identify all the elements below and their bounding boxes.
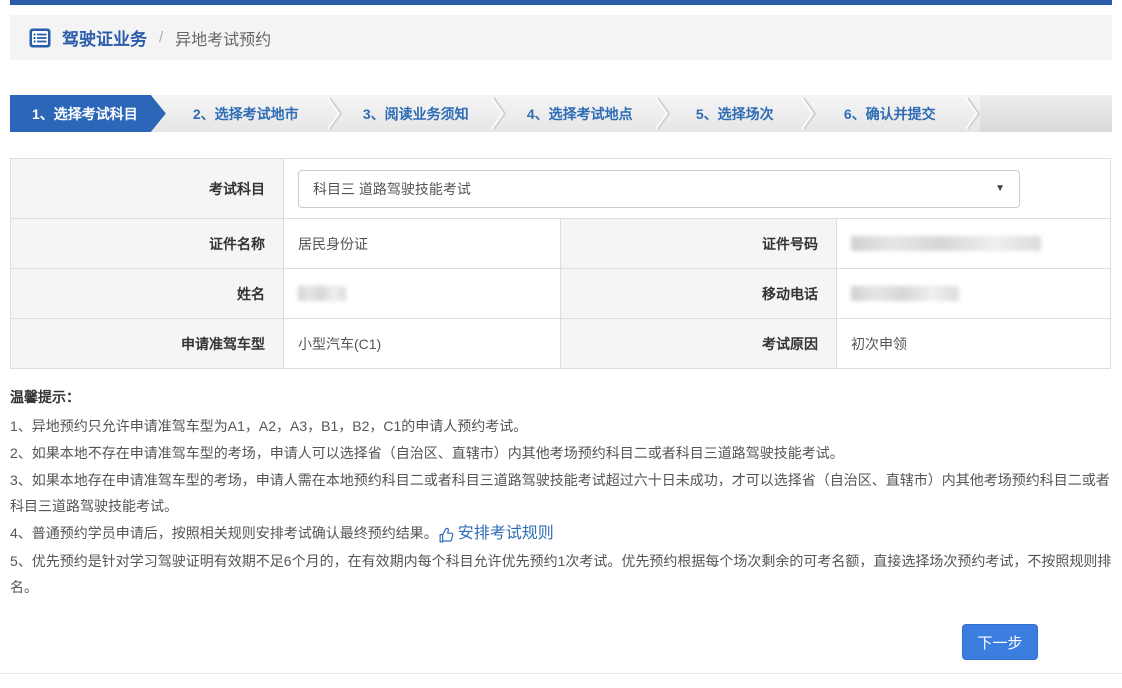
name-redacted-value — [298, 286, 346, 301]
tip-item-5: 5、优先预约是针对学习驾驶证明有效期不足6个月的，在有效期内每个科目允许优先预约… — [10, 548, 1112, 600]
list-icon — [28, 27, 52, 49]
id-type-value: 居民身份证 — [284, 219, 561, 269]
tab-step-3: 3、阅读业务须知 — [342, 95, 490, 132]
exam-reason-label: 考试原因 — [561, 319, 837, 369]
chevron-separator-icon — [964, 95, 980, 132]
chevron-separator-icon — [326, 95, 342, 132]
table-row: 申请准驾车型 小型汽车(C1) 考试原因 初次申领 — [11, 319, 1111, 369]
tab-step-6: 6、确认并提交 — [816, 95, 964, 132]
tips-heading: 温馨提示： — [10, 387, 1112, 407]
tip-item-2: 2、如果本地不存在申请准驾车型的考场，申请人可以选择省（自治区、直辖市）内其他考… — [10, 440, 1112, 466]
tab-step-2: 2、选择考试地市 — [166, 95, 326, 132]
exam-rules-link[interactable]: 安排考试规则 — [438, 521, 554, 547]
tab-step-4: 4、选择考试地点 — [506, 95, 654, 132]
vehicle-type-value: 小型汽车(C1) — [284, 319, 561, 369]
tips-section: 温馨提示： 1、异地预约只允许申请准驾车型为A1，A2，A3，B1，B2，C1的… — [10, 387, 1112, 600]
exam-subject-selected-value: 科目三 道路驾驶技能考试 — [313, 179, 471, 199]
phone-label: 移动电话 — [561, 269, 837, 319]
vehicle-type-label: 申请准驾车型 — [11, 319, 284, 369]
chevron-separator-icon — [800, 95, 816, 132]
page-title: 异地考试预约 — [175, 26, 271, 50]
tip-item-3: 3、如果本地存在申请准驾车型的考场，申请人需在本地预约科目二或者科目三道路驾驶技… — [10, 467, 1112, 519]
chevron-separator-icon — [490, 95, 506, 132]
exam-reason-value: 初次申领 — [837, 319, 1111, 369]
tip-item-1: 1、异地预约只允许申请准驾车型为A1，A2，A3，B1，B2，C1的申请人预约考… — [10, 413, 1112, 439]
table-row: 姓名 移动电话 — [11, 269, 1111, 319]
table-row: 证件名称 居民身份证 证件号码 — [11, 219, 1111, 269]
chevron-down-icon: ▼ — [995, 183, 1005, 194]
phone-redacted-value — [851, 286, 959, 301]
exam-subject-label: 考试科目 — [11, 159, 284, 219]
tip-item-4-text: 4、普通预约学员申请后，按照相关规则安排考试确认最终预约结果。 — [10, 525, 438, 541]
step-tabs-filler — [980, 95, 1112, 132]
breadcrumb: 驾驶证业务 / 异地考试预约 — [10, 15, 1112, 60]
applicant-info-table: 考试科目 科目三 道路驾驶技能考试 ▼ 证件名称 居民身份证 证件号码 姓名 移… — [10, 158, 1111, 369]
id-type-label: 证件名称 — [11, 219, 284, 269]
name-label: 姓名 — [11, 269, 284, 319]
id-number-redacted-value — [851, 236, 1041, 251]
exam-rules-link-text: 安排考试规则 — [458, 521, 554, 547]
next-step-button[interactable]: 下一步 — [962, 624, 1038, 660]
tip-item-4: 4、普通预约学员申请后，按照相关规则安排考试确认最终预约结果。 安排考试规则 — [10, 520, 1112, 547]
chevron-separator-icon — [654, 95, 670, 132]
breadcrumb-separator: / — [159, 29, 163, 46]
thumb-up-icon — [438, 527, 455, 544]
breadcrumb-section: 驾驶证业务 — [62, 25, 147, 50]
top-accent-line — [10, 0, 1112, 5]
id-number-label: 证件号码 — [561, 219, 837, 269]
footer-divider — [0, 673, 1122, 674]
step-tabs: 1、选择考试科目 2、选择考试地市 3、阅读业务须知 4、选择考试地点 5、选择… — [10, 95, 1112, 132]
tab-step-5: 5、选择场次 — [670, 95, 800, 132]
tab-step-1[interactable]: 1、选择考试科目 — [10, 95, 166, 132]
exam-subject-select[interactable]: 科目三 道路驾驶技能考试 ▼ — [298, 170, 1020, 208]
table-row: 考试科目 科目三 道路驾驶技能考试 ▼ — [11, 159, 1111, 219]
